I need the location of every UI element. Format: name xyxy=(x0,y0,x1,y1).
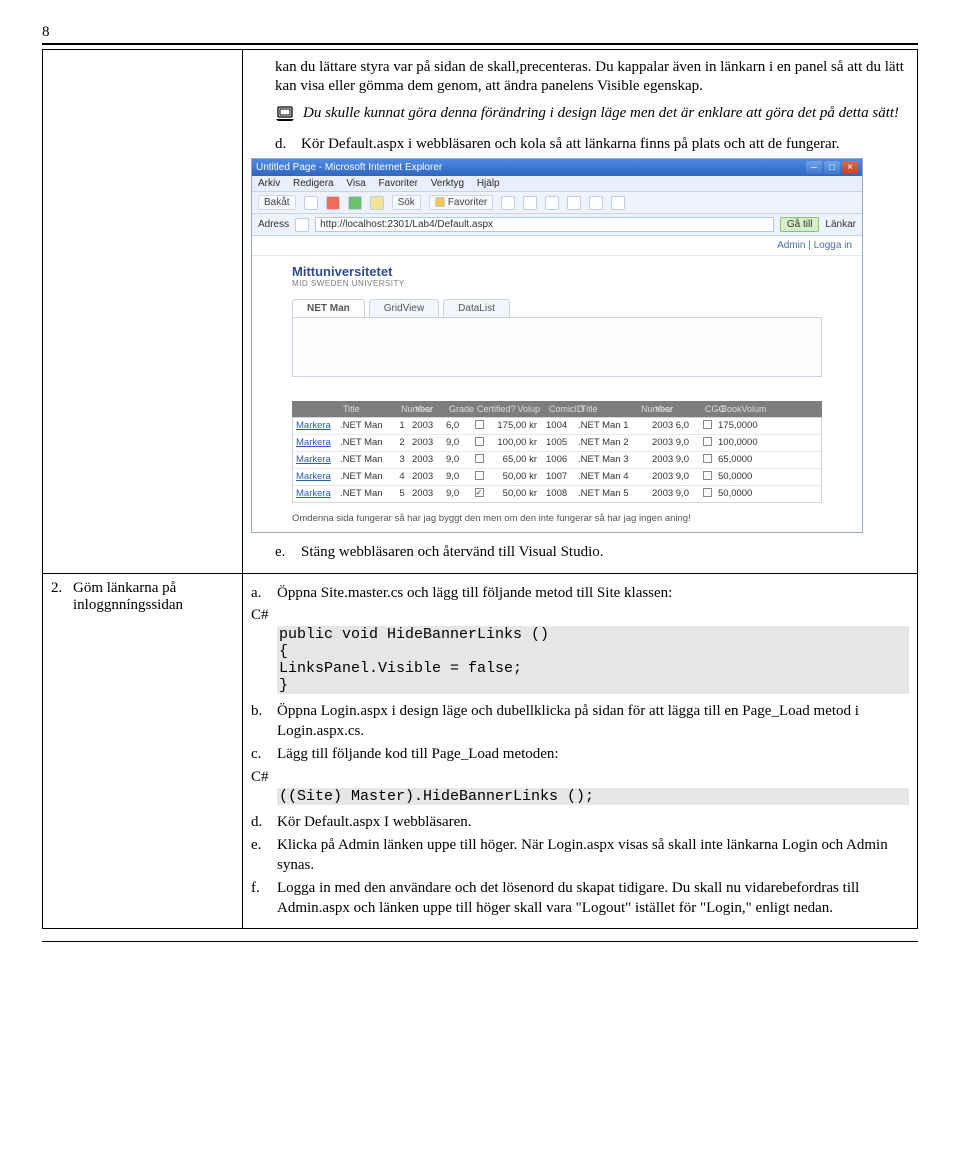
tab-content-box xyxy=(292,317,822,377)
table-row: Markera.NET Man120036,0175,00 kr1004.NET… xyxy=(293,418,821,435)
links-label: Länkar xyxy=(825,219,856,230)
item-2e-label: e. xyxy=(251,836,269,875)
item-2e: e. Klicka på Admin länken uppe till höge… xyxy=(251,836,909,875)
item-2d: d. Kör Default.aspx I webbläsaren. xyxy=(251,813,909,833)
menu-redigera: Redigera xyxy=(293,178,334,189)
top-right-links: Admin | Logga in xyxy=(252,236,862,256)
ss-address-bar: Adress http://localhost:2301/Lab4/Defaul… xyxy=(252,214,862,236)
data-grid: Markera.NET Man120036,0175,00 kr1004.NET… xyxy=(292,417,822,503)
item-2b: b. Öppna Login.aspx i design läge och du… xyxy=(251,702,909,741)
step2-title: Göm länkarna på inloggnníngssidan xyxy=(73,580,234,614)
tool-icon-5 xyxy=(589,196,603,210)
row1-left xyxy=(43,50,243,574)
favorites-button: Favoriter xyxy=(429,195,493,210)
item-2f-text: Logga in med den användare och det lösen… xyxy=(277,879,909,918)
intro-paragraph: kan du lättare styra var på sidan de ska… xyxy=(275,58,909,96)
menu-favoriter: Favoriter xyxy=(378,178,417,189)
divider-top xyxy=(42,43,918,45)
refresh-icon xyxy=(348,196,362,210)
item-2f: f. Logga in med den användare och det lö… xyxy=(251,879,909,918)
address-input: http://localhost:2301/Lab4/Default.aspx xyxy=(315,217,774,232)
item-2b-label: b. xyxy=(251,702,269,741)
forward-icon xyxy=(304,196,318,210)
item-d-text: Kör Default.aspx i webbläsaren och kola … xyxy=(301,135,840,155)
content-table: kan du lättare styra var på sidan de ska… xyxy=(42,49,918,929)
cs-label-a: C# xyxy=(251,607,909,624)
close-icon: × xyxy=(842,161,858,174)
stop-icon xyxy=(326,196,340,210)
minimize-icon: – xyxy=(806,161,822,174)
tab-netman: NET Man xyxy=(292,299,365,317)
item-2a-text: Öppna Site.master.cs och lägg till följa… xyxy=(277,584,672,604)
item-e-label: e. xyxy=(275,543,293,563)
item-2d-text: Kör Default.aspx I webbläsaren. xyxy=(277,813,472,833)
item-2c-label: c. xyxy=(251,745,269,765)
code-block-c: ((Site) Master).HideBannerLinks (); xyxy=(277,788,909,805)
item-2a-label: a. xyxy=(251,584,269,604)
ss-footer-text: Omdenna sida fungerar så har jag byggt d… xyxy=(252,509,862,532)
row2-left: 2. Göm länkarna på inloggnníngssidan xyxy=(43,573,243,929)
brand-name: Mittuniversitetet xyxy=(292,264,405,279)
item-2c: c. Lägg till följande kod till Page_Load… xyxy=(251,745,909,765)
row2-right: a. Öppna Site.master.cs och lägg till fö… xyxy=(243,573,918,929)
tool-icon-4 xyxy=(567,196,581,210)
item-2a: a. Öppna Site.master.cs och lägg till fö… xyxy=(251,584,909,604)
ss-menubar: Arkiv Redigera Visa Favoriter Verktyg Hj… xyxy=(252,176,862,192)
tool-icon-6 xyxy=(611,196,625,210)
menu-visa: Visa xyxy=(346,178,365,189)
ss-toolbar: Bakåt Sök Favoriter xyxy=(252,192,862,214)
laptop-icon xyxy=(275,106,295,127)
table-row: Markera.NET Man220039,0100,00 kr1005.NET… xyxy=(293,435,821,452)
grid-header: Title Number Year Grade Certified? Volup… xyxy=(292,401,822,417)
item-2e-text: Klicka på Admin länken uppe till höger. … xyxy=(277,836,909,875)
tab-datalist: DataList xyxy=(443,299,510,317)
table-row: Markera.NET Man320039,065,00 kr1006.NET … xyxy=(293,452,821,469)
row1-right: kan du lättare styra var på sidan de ska… xyxy=(243,50,918,574)
browser-screenshot: Untitled Page - Microsoft Internet Explo… xyxy=(251,158,863,533)
home-icon xyxy=(370,196,384,210)
tab-gridview: GridView xyxy=(369,299,439,317)
brand-subtitle: MID SWEDEN UNIVERSITY xyxy=(292,279,405,288)
note-row: Du skulle kunnat göra denna förändring i… xyxy=(275,104,909,127)
tool-icon-3 xyxy=(545,196,559,210)
divider-bottom xyxy=(42,941,918,942)
item-2b-text: Öppna Login.aspx i design läge och dubel… xyxy=(277,702,909,741)
item-e-text: Stäng webbläsaren och återvänd till Visu… xyxy=(301,543,604,563)
go-button: Gå till xyxy=(780,217,820,232)
item-2c-text: Lägg till följande kod till Page_Load me… xyxy=(277,745,559,765)
menu-verktyg: Verktyg xyxy=(431,178,464,189)
tool-icon-2 xyxy=(523,196,537,210)
item-2d-label: d. xyxy=(251,813,269,833)
search-button: Sök xyxy=(392,195,421,210)
item-d-label: d. xyxy=(275,135,293,155)
item-d: d. Kör Default.aspx i webbläsaren och ko… xyxy=(275,135,909,155)
tabs: NET Man GridView DataList xyxy=(252,293,862,317)
code-block-a: public void HideBannerLinks (){LinksPane… xyxy=(277,626,909,694)
table-row: Markera.NET Man420039,050,00 kr1007.NET … xyxy=(293,469,821,486)
table-row: Markera.NET Man520039,050,00 kr1008.NET … xyxy=(293,486,821,502)
ss-window-title: Untitled Page - Microsoft Internet Explo… xyxy=(256,162,442,173)
page-icon xyxy=(295,218,309,232)
ss-body: Admin | Logga in Mittuniversitetet MID S… xyxy=(252,236,862,532)
item-2f-label: f. xyxy=(251,879,269,918)
maximize-icon: □ xyxy=(824,161,840,174)
ss-titlebar: Untitled Page - Microsoft Internet Explo… xyxy=(252,159,862,176)
step2-number: 2. xyxy=(51,580,67,614)
menu-hjalp: Hjälp xyxy=(477,178,500,189)
back-button: Bakåt xyxy=(258,195,296,210)
tool-icon-1 xyxy=(501,196,515,210)
address-label: Adress xyxy=(258,219,289,230)
item-e: e. Stäng webbläsaren och återvänd till V… xyxy=(275,543,909,563)
cs-label-c: C# xyxy=(251,769,909,786)
menu-arkiv: Arkiv xyxy=(258,178,280,189)
page-number: 8 xyxy=(42,24,918,41)
brand-area: Mittuniversitetet MID SWEDEN UNIVERSITY xyxy=(252,256,862,293)
note-text: Du skulle kunnat göra denna förändring i… xyxy=(303,104,899,123)
